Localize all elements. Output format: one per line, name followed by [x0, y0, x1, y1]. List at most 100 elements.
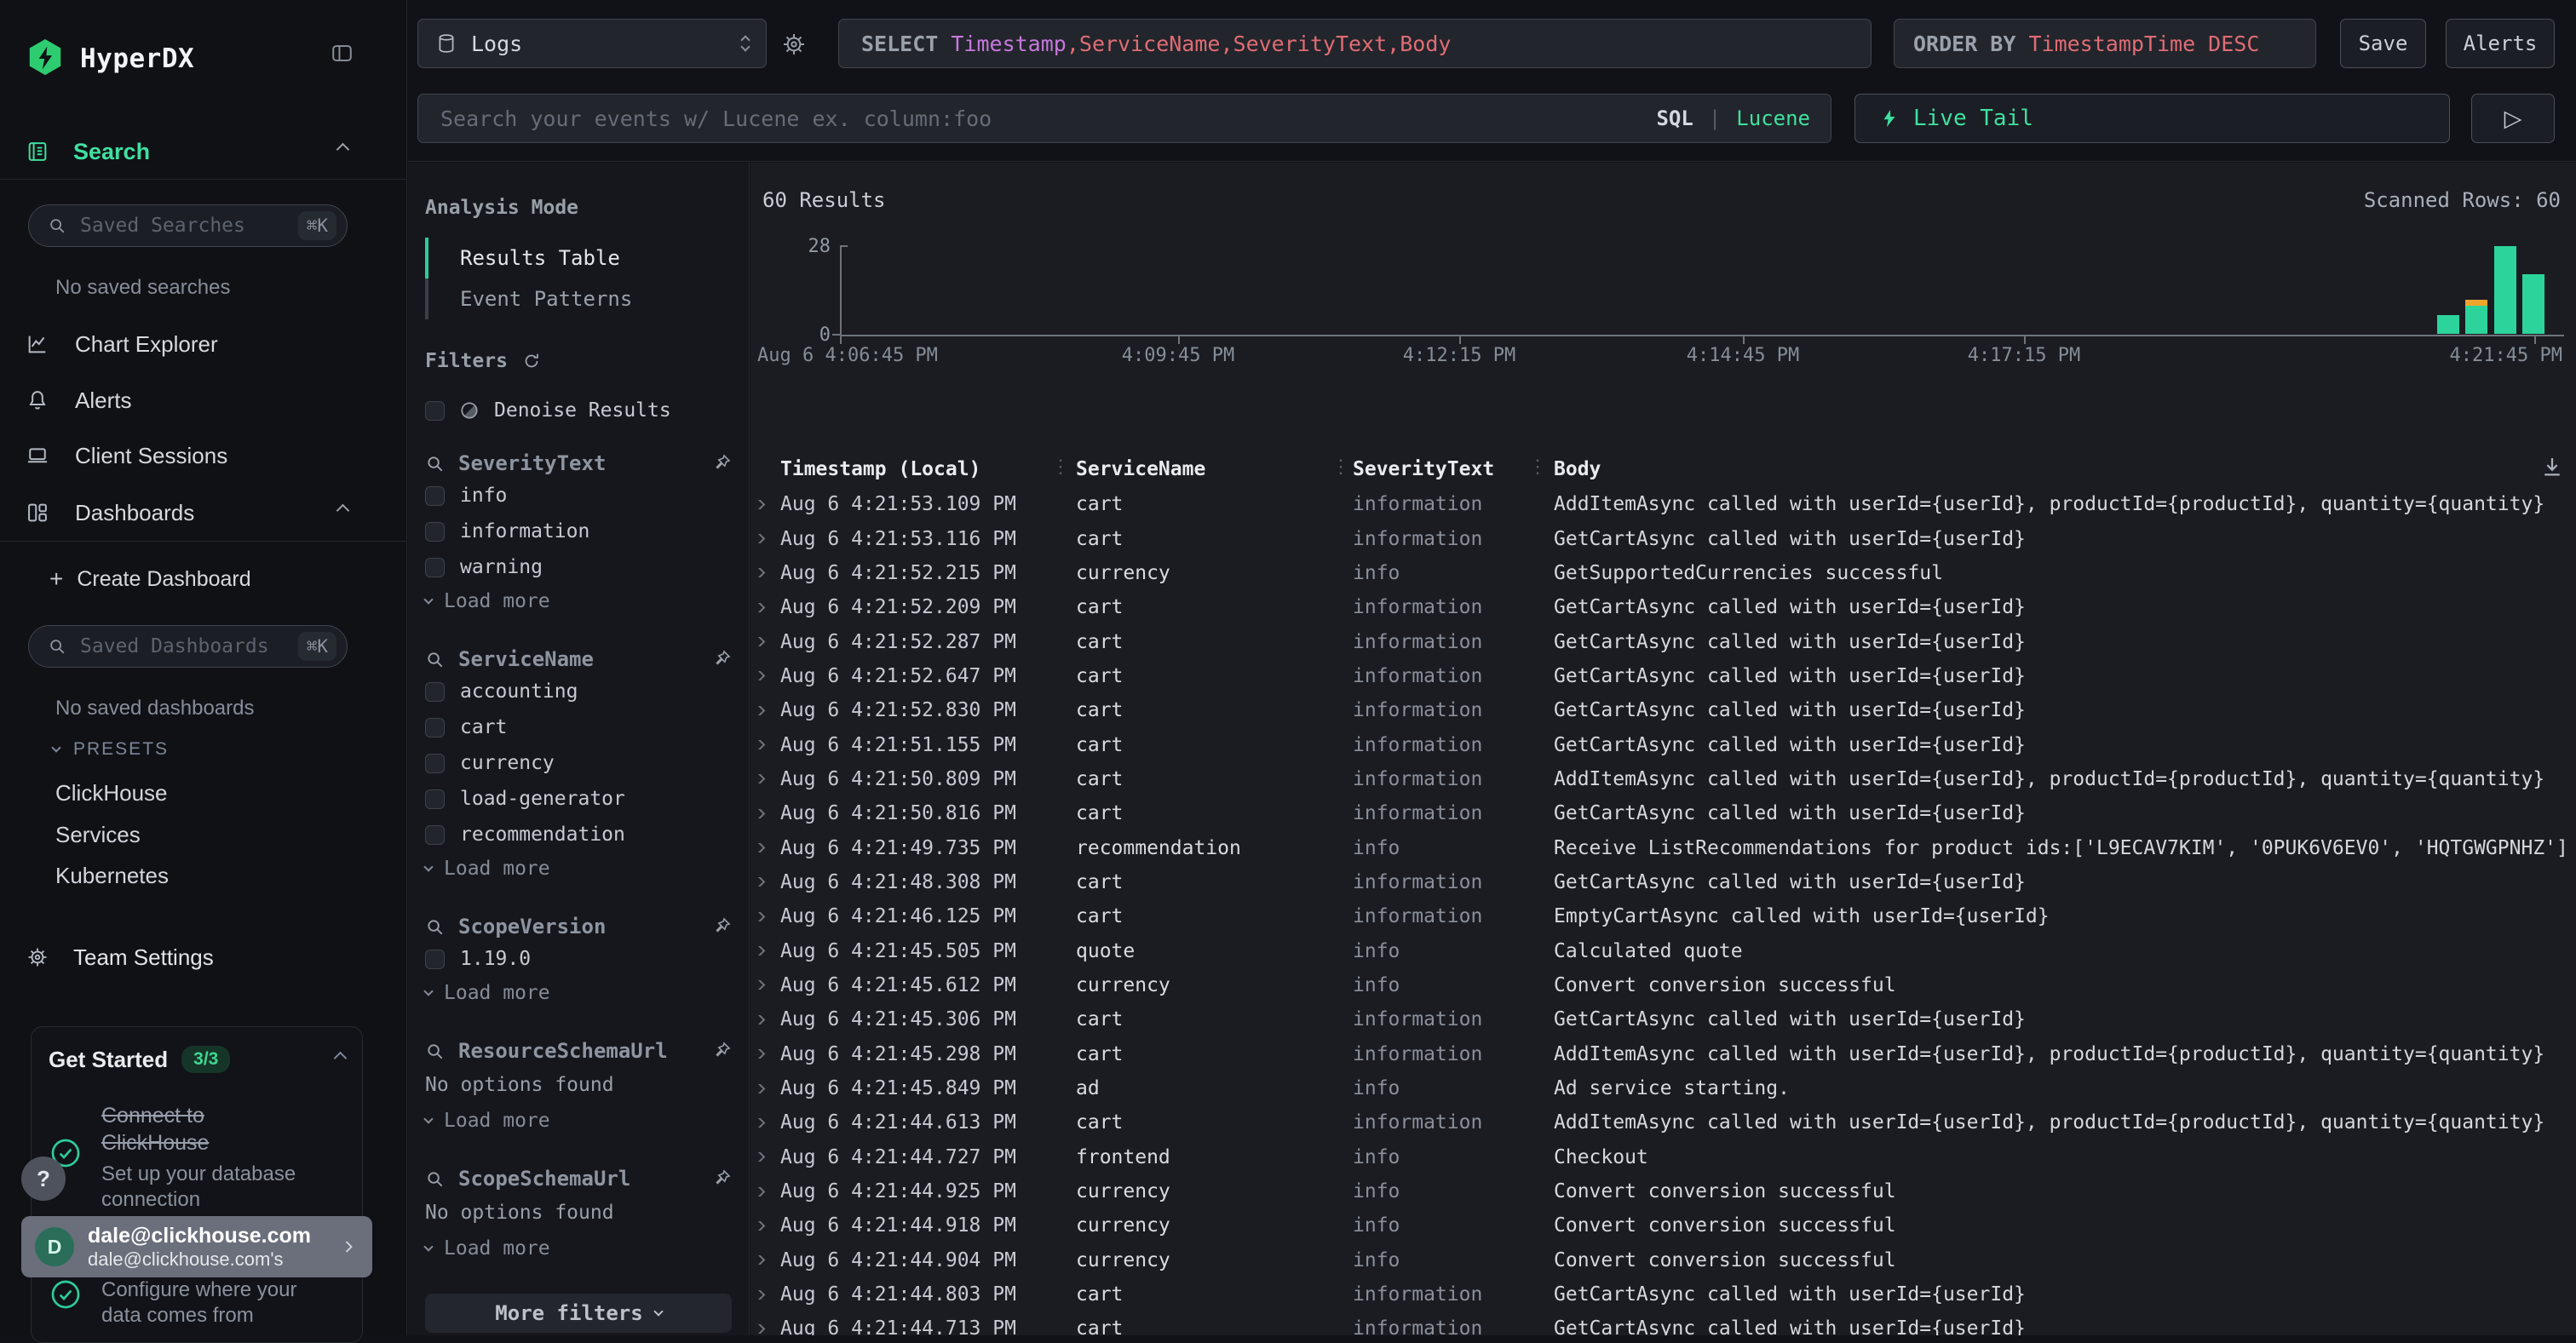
table-row[interactable]: Aug 6 4:21:46.125 PMcartinformationEmpty… — [750, 899, 2576, 933]
load-more-button[interactable]: Load more — [425, 852, 732, 885]
get-started-step-connect[interactable]: Connect to ClickHouse Set up your databa… — [49, 1102, 345, 1213]
row-expand-chevron-icon[interactable] — [754, 706, 780, 715]
sidebar-item-services[interactable]: Services — [55, 822, 141, 848]
load-more-button[interactable]: Load more — [425, 1232, 732, 1265]
checkbox[interactable] — [425, 682, 445, 702]
column-resize-handle[interactable]: ⋮ — [1051, 456, 1070, 478]
checkbox[interactable] — [425, 789, 445, 809]
table-row[interactable]: Aug 6 4:21:44.925 PMcurrencyinfoConvert … — [750, 1174, 2576, 1208]
row-expand-chevron-icon[interactable] — [754, 946, 780, 956]
row-expand-chevron-icon[interactable] — [754, 1187, 780, 1197]
table-row[interactable]: Aug 6 4:21:50.816 PMcartinformationGetCa… — [750, 796, 2576, 830]
row-expand-chevron-icon[interactable] — [754, 774, 780, 783]
sidebar-item-chart-explorer[interactable]: Chart Explorer — [0, 325, 407, 363]
checkbox[interactable] — [425, 950, 445, 969]
pin-icon[interactable] — [711, 916, 732, 937]
pin-icon[interactable] — [711, 649, 732, 669]
row-expand-chevron-icon[interactable] — [754, 637, 780, 646]
run-query-play-button[interactable]: ▷ — [2471, 94, 2555, 143]
table-row[interactable]: Aug 6 4:21:45.306 PMcartinformationGetCa… — [750, 1002, 2576, 1036]
table-row[interactable]: Aug 6 4:21:50.809 PMcartinformationAddIt… — [750, 762, 2576, 796]
table-row[interactable]: Aug 6 4:21:53.109 PMcartinformationAddIt… — [750, 487, 2576, 521]
row-expand-chevron-icon[interactable] — [754, 671, 780, 680]
checkbox[interactable] — [425, 825, 445, 845]
table-row[interactable]: Aug 6 4:21:44.727 PMfrontendinfoCheckout — [750, 1140, 2576, 1174]
pin-icon[interactable] — [711, 1168, 732, 1189]
sidebar-item-team-settings[interactable]: Team Settings — [26, 939, 214, 975]
user-menu[interactable]: D dale@clickhouse.com dale@clickhouse.co… — [21, 1216, 372, 1277]
column-body[interactable]: Body — [1554, 458, 2576, 480]
mode-event-patterns[interactable]: Event Patterns — [425, 278, 732, 319]
saved-dashboards-search[interactable]: ⌘K — [28, 625, 348, 668]
presets-toggle[interactable]: PRESETS — [53, 739, 169, 760]
saved-searches-search[interactable]: ⌘K — [28, 204, 348, 247]
load-more-button[interactable]: Load more — [425, 1105, 732, 1137]
more-filters-button[interactable]: More filters — [425, 1294, 732, 1333]
logo[interactable]: HyperDX — [26, 32, 194, 85]
select-columns-input[interactable]: SELECT Timestamp,ServiceName,SeverityTex… — [838, 19, 1872, 68]
checkbox[interactable] — [425, 718, 445, 738]
row-expand-chevron-icon[interactable] — [754, 980, 780, 990]
table-row[interactable]: Aug 6 4:21:52.287 PMcartinformationGetCa… — [750, 624, 2576, 658]
column-timestamp[interactable]: Timestamp (Local) — [780, 458, 1076, 480]
column-severitytext[interactable]: SeverityText — [1353, 458, 1554, 480]
table-row[interactable]: Aug 6 4:21:45.849 PMadinfoAd service sta… — [750, 1071, 2576, 1105]
filter-option-accounting[interactable]: accounting — [425, 674, 732, 709]
table-row[interactable]: Aug 6 4:21:44.918 PMcurrencyinfoConvert … — [750, 1208, 2576, 1243]
alerts-button[interactable]: Alerts — [2446, 19, 2555, 68]
sidebar-item-clickhouse[interactable]: ClickHouse — [55, 780, 168, 806]
sidebar-item-kubernetes[interactable]: Kubernetes — [55, 863, 169, 889]
table-row[interactable]: Aug 6 4:21:44.803 PMcartinformationGetCa… — [750, 1277, 2576, 1311]
table-row[interactable]: Aug 6 4:21:52.209 PMcartinformationGetCa… — [750, 590, 2576, 624]
filter-option-information[interactable]: information — [425, 514, 732, 549]
table-row[interactable]: Aug 6 4:21:48.308 PMcartinformationGetCa… — [750, 865, 2576, 899]
source-settings-gear-icon[interactable] — [780, 31, 808, 58]
row-expand-chevron-icon[interactable] — [754, 1255, 780, 1265]
pin-icon[interactable] — [711, 1041, 732, 1061]
table-row[interactable]: Aug 6 4:21:53.116 PMcartinformationGetCa… — [750, 521, 2576, 555]
histogram-bar-info[interactable] — [2522, 274, 2544, 334]
table-row[interactable]: Aug 6 4:21:52.215 PMcurrencyinfoGetSuppo… — [750, 556, 2576, 590]
row-expand-chevron-icon[interactable] — [754, 740, 780, 749]
row-expand-chevron-icon[interactable] — [754, 1152, 780, 1162]
row-expand-chevron-icon[interactable] — [754, 1324, 780, 1334]
saved-searches-input[interactable] — [78, 214, 286, 238]
row-expand-chevron-icon[interactable] — [754, 603, 780, 612]
table-row[interactable]: Aug 6 4:21:44.904 PMcurrencyinfoConvert … — [750, 1243, 2576, 1277]
row-expand-chevron-icon[interactable] — [754, 1084, 780, 1093]
row-expand-chevron-icon[interactable] — [754, 809, 780, 818]
row-expand-chevron-icon[interactable] — [754, 912, 780, 921]
create-dashboard-button[interactable]: + Create Dashboard — [49, 562, 251, 596]
filter-option-warning[interactable]: warning — [425, 549, 732, 585]
language-toggle-lucene[interactable]: Lucene — [1736, 106, 1810, 130]
filter-option-recommendation[interactable]: recommendation — [425, 817, 732, 852]
row-expand-chevron-icon[interactable] — [754, 500, 780, 509]
filter-option-load-generator[interactable]: load-generator — [425, 781, 732, 817]
table-row[interactable]: Aug 6 4:21:45.505 PMquoteinfoCalculated … — [750, 933, 2576, 967]
source-select[interactable]: Logs — [417, 19, 767, 68]
get-started-chevron-up-icon[interactable] — [336, 1052, 345, 1067]
live-tail-button[interactable]: Live Tail — [1854, 94, 2450, 143]
table-row[interactable]: Aug 6 4:21:52.830 PMcartinformationGetCa… — [750, 693, 2576, 727]
checkbox[interactable] — [425, 486, 445, 506]
refresh-icon[interactable] — [521, 351, 542, 371]
row-expand-chevron-icon[interactable] — [754, 1049, 780, 1059]
histogram-bar-info[interactable] — [2494, 246, 2516, 334]
mode-results-table[interactable]: Results Table — [425, 238, 732, 278]
table-row[interactable]: Aug 6 4:21:52.647 PMcartinformationGetCa… — [750, 659, 2576, 693]
table-row[interactable]: Aug 6 4:21:49.735 PMrecommendationinfoRe… — [750, 830, 2576, 864]
save-button[interactable]: Save — [2340, 19, 2426, 68]
event-search-input[interactable] — [439, 106, 1641, 132]
table-row[interactable]: Aug 6 4:21:45.298 PMcartinformationAddIt… — [750, 1037, 2576, 1071]
row-expand-chevron-icon[interactable] — [754, 843, 780, 852]
saved-dashboards-input[interactable] — [78, 634, 286, 658]
collapse-sidebar-icon[interactable] — [329, 41, 355, 66]
histogram-bar-warning[interactable] — [2465, 300, 2487, 306]
filter-option-currency[interactable]: currency — [425, 745, 732, 781]
language-toggle-sql[interactable]: SQL — [1656, 106, 1693, 130]
column-servicename[interactable]: ServiceName — [1076, 458, 1353, 480]
denoise-results-toggle[interactable]: Denoise Results — [425, 399, 732, 422]
checkbox[interactable] — [425, 558, 445, 577]
get-started-step-configure[interactable]: Configure where your data comes from — [49, 1277, 345, 1329]
help-button[interactable]: ? — [21, 1156, 66, 1201]
